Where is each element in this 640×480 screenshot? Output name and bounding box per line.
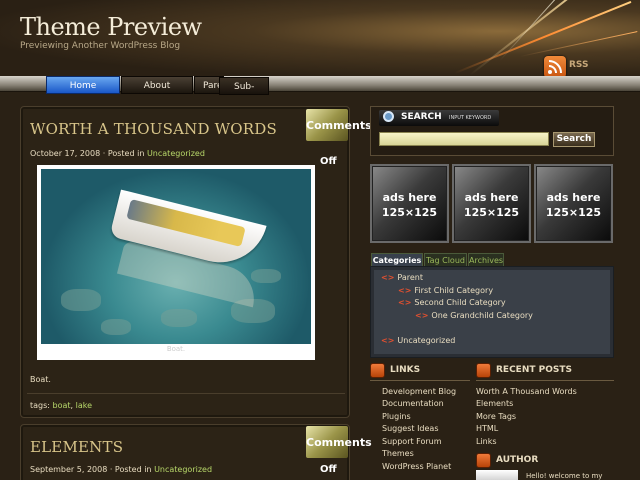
blogroll-link[interactable]: Development Blog [382, 387, 456, 396]
search-icon [383, 111, 394, 122]
site-description: Previewing Another WordPress Blog [20, 41, 181, 51]
widget-divider [370, 380, 470, 381]
post-category-prefix: · Posted in [109, 465, 152, 474]
ad-line: ads here [546, 191, 601, 204]
post-meta: September 5, 2008 · Posted in Uncategori… [30, 465, 212, 474]
rock [161, 309, 197, 327]
comments-status: Off [320, 156, 337, 167]
post-title[interactable]: ELEMENTS [30, 438, 123, 456]
post-date: September 5, 2008 [30, 465, 108, 474]
ad-banner[interactable]: ads here 125×125 [534, 164, 613, 243]
rock [101, 319, 131, 335]
nav-item-about[interactable]: About [121, 76, 193, 94]
categories-panel: <> Parent <> First Child Category <> Second… [370, 266, 614, 358]
boat-photo [41, 169, 311, 344]
author-icon [476, 453, 491, 468]
links-widget-title: LINKS [390, 365, 421, 375]
widget-divider [476, 380, 614, 381]
nav-item-subpage[interactable]: Sub-page [219, 77, 269, 95]
recent-post-link[interactable]: Worth A Thousand Words [476, 387, 577, 396]
post-tags: tags: boat, lake [30, 401, 92, 410]
blogroll-link[interactable]: Documentation [382, 399, 444, 408]
links-widget-header: LINKS [370, 362, 470, 382]
rss-icon [544, 56, 566, 78]
author-widget-title: AUTHOR [496, 455, 539, 465]
category-item[interactable]: <> One Grandchild Category [415, 311, 533, 320]
ad-size: 125×125 [545, 206, 602, 219]
blogroll-link[interactable]: Themes [382, 449, 414, 458]
nav-item-home[interactable]: Home [46, 76, 120, 94]
rock [251, 269, 281, 283]
author-bio: Hello! welcome to my [526, 472, 603, 480]
content-column: WORTH A THOUSAND WORDS October 17, 2008 … [20, 106, 350, 480]
tab-categories[interactable]: Categories [371, 253, 423, 266]
site-header: Theme Preview Previewing Another WordPre… [0, 0, 640, 78]
tags-prefix: tags: [30, 401, 50, 410]
ad-line: ads here [382, 191, 437, 204]
blogroll-link[interactable]: WordPress Planet [382, 462, 451, 471]
post-category-link[interactable]: Uncategorized [154, 465, 212, 474]
header-light-streak [519, 31, 638, 57]
arrow-icon: <> [398, 298, 412, 307]
search-header: SEARCH INPUT KEYWORD [379, 110, 499, 126]
recent-posts-title: RECENT POSTS [496, 365, 572, 375]
blogroll-link[interactable]: Suggest Ideas [382, 424, 439, 433]
post-divider [27, 393, 345, 394]
blogroll-link[interactable]: Plugins [382, 412, 411, 421]
search-title: SEARCH [401, 112, 442, 122]
search-input[interactable] [379, 132, 549, 146]
ad-size: 125×125 [463, 206, 520, 219]
comments-status: Off [320, 464, 337, 475]
site-title[interactable]: Theme Preview [20, 13, 202, 41]
tag-separator: , [70, 401, 74, 410]
author-widget-header: AUTHOR [476, 452, 616, 472]
comments-link[interactable]: Comments [306, 119, 372, 132]
post-title[interactable]: WORTH A THOUSAND WORDS [30, 120, 277, 138]
category-item[interactable]: <> Second Child Category [398, 298, 506, 307]
search-button[interactable]: Search [553, 132, 595, 147]
image-caption: Boat. [166, 345, 186, 353]
tab-tag-cloud[interactable]: Tag Cloud [424, 253, 467, 266]
post: WORTH A THOUSAND WORDS October 17, 2008 … [20, 106, 350, 418]
recent-post-link[interactable]: Links [476, 437, 497, 446]
tab-archives[interactable]: Archives [468, 253, 504, 266]
post-meta: October 17, 2008 · Posted in Uncategoriz… [30, 149, 205, 158]
category-item[interactable]: <> Parent [381, 273, 423, 282]
post-category-prefix: · Posted in [102, 149, 145, 158]
arrow-icon: <> [415, 311, 429, 320]
ad-banner[interactable]: ads here 125×125 [452, 164, 531, 243]
tag-link[interactable]: lake [76, 401, 92, 410]
post-body: Boat. [30, 375, 51, 384]
recent-post-link[interactable]: More Tags [476, 412, 516, 421]
arrow-icon: <> [381, 336, 395, 345]
category-item[interactable]: <> First Child Category [398, 286, 493, 295]
arrow-icon: <> [398, 286, 412, 295]
author-avatar [476, 470, 518, 480]
post-category-link[interactable]: Uncategorized [147, 149, 205, 158]
arrow-icon: <> [381, 273, 395, 282]
post-date: October 17, 2008 [30, 149, 101, 158]
post-image[interactable]: Boat. [37, 165, 315, 360]
recent-post-link[interactable]: Elements [476, 399, 513, 408]
rock [61, 289, 101, 311]
search-hint: INPUT KEYWORD [449, 115, 492, 121]
category-item[interactable]: <> Uncategorized [381, 336, 455, 345]
recent-post-link[interactable]: HTML [476, 424, 498, 433]
ad-line: ads here [464, 191, 519, 204]
blogroll-link[interactable]: Support Forum [382, 437, 442, 446]
search-widget: SEARCH INPUT KEYWORD Search [370, 106, 614, 156]
links-icon [370, 363, 385, 378]
ad-banner[interactable]: ads here 125×125 [370, 164, 449, 243]
recent-posts-icon [476, 363, 491, 378]
tag-link[interactable]: boat [53, 401, 71, 410]
ad-size: 125×125 [381, 206, 438, 219]
recent-posts-widget-header: RECENT POSTS [476, 362, 616, 382]
rss-label: RSS [569, 60, 589, 70]
comments-link[interactable]: Comments [306, 436, 372, 449]
post: ELEMENTS September 5, 2008 · Posted in U… [20, 424, 350, 480]
